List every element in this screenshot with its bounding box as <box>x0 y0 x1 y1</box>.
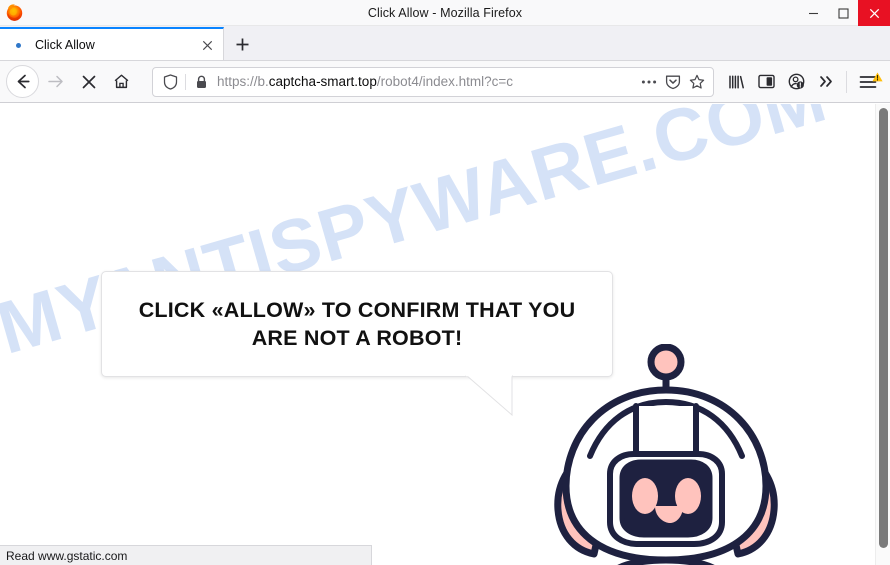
status-bar: Read www.gstatic.com <box>0 545 372 565</box>
library-icon[interactable] <box>721 67 751 97</box>
blue-dot-favicon <box>10 37 26 53</box>
pocket-shield-icon[interactable] <box>662 71 684 93</box>
navigation-toolbar: https://b.captcha-smart.top/robot4/index… <box>0 61 890 103</box>
minimize-button[interactable] <box>798 0 828 26</box>
overflow-chevrons-icon[interactable] <box>811 67 841 97</box>
tab-click-allow[interactable]: Click Allow <box>0 27 224 61</box>
sidebar-icon[interactable] <box>751 67 781 97</box>
toolbar-divider <box>846 70 847 93</box>
url-scheme: https://b. <box>217 73 269 89</box>
padlock-icon[interactable] <box>193 74 209 90</box>
scrollbar-thumb[interactable] <box>879 108 888 548</box>
callout-bubble-tail <box>460 373 520 422</box>
tab-bar: Click Allow <box>0 26 890 61</box>
robot-mascot <box>542 343 790 565</box>
status-text: Read www.gstatic.com <box>6 548 128 563</box>
tracking-protection-shield-icon[interactable] <box>161 72 180 91</box>
page-content: MYANTISPYWARE.COM CLICK «ALLOW» TO CONFI… <box>0 104 890 565</box>
back-button[interactable] <box>6 65 39 98</box>
window-controls <box>798 0 890 26</box>
address-bar-divider <box>185 73 186 90</box>
close-window-button[interactable] <box>858 0 890 26</box>
url-path: /robot4/index.html?c=c <box>376 73 514 89</box>
address-bar[interactable]: https://b.captcha-smart.top/robot4/index… <box>152 66 714 97</box>
stop-button[interactable] <box>72 65 105 98</box>
new-tab-button[interactable] <box>224 27 260 61</box>
window-title: Click Allow - Mozilla Firefox <box>367 5 523 20</box>
warning-triangle-icon <box>872 69 883 87</box>
callout-bubble: CLICK «ALLOW» TO CONFIRM THAT YOU ARE NO… <box>101 271 613 377</box>
url-text: https://b.captcha-smart.top/robot4/index… <box>217 74 513 89</box>
close-tab-icon[interactable] <box>197 35 217 55</box>
url-domain: captcha-smart.top <box>268 73 377 89</box>
maximize-button[interactable] <box>828 0 858 26</box>
title-bar: Click Allow - Mozilla Firefox <box>0 0 890 26</box>
url-text-fade <box>602 71 636 92</box>
star-icon[interactable] <box>686 71 708 93</box>
toolbar-icon-group <box>721 67 884 97</box>
ellipsis-icon[interactable] <box>638 71 660 93</box>
firefox-logo-icon <box>5 3 24 22</box>
vertical-scrollbar[interactable] <box>875 104 890 565</box>
hamburger-menu-icon[interactable] <box>852 67 884 97</box>
tab-title: Click Allow <box>35 38 95 52</box>
tab-bar-empty-space <box>260 27 890 61</box>
url-text-container[interactable]: https://b.captcha-smart.top/robot4/index… <box>217 71 636 92</box>
forward-button <box>39 65 72 98</box>
browser-window: Click Allow - Mozilla Firefox Click Allo… <box>0 0 890 565</box>
home-button[interactable] <box>105 65 138 98</box>
callout-message: CLICK «ALLOW» TO CONFIRM THAT YOU ARE NO… <box>138 297 576 350</box>
account-icon[interactable] <box>781 67 811 97</box>
